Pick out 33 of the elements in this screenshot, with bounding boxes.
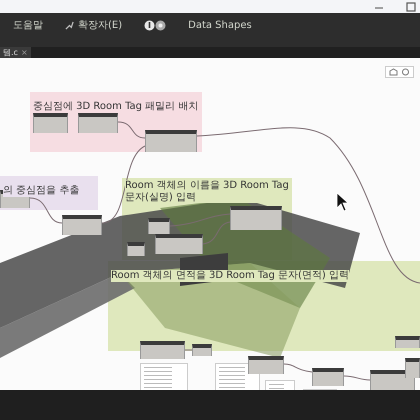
menu-item[interactable]: 확장자(E) (65, 18, 122, 32)
node[interactable] (127, 242, 145, 256)
group-title: 의 중심점을 추출 (3, 185, 80, 196)
menu-item[interactable]: 도움말 (13, 18, 43, 32)
wire[interactable] (344, 376, 370, 380)
node[interactable] (405, 358, 420, 378)
menu-label: 확장자(E) (78, 19, 122, 32)
graph-canvas[interactable]: 중심점에 3D Room Tag 패밀리 배치 의 중심점을 추출 Room 객체의 이름을 3D Room Tag 문자(실명) 입력 Room 객체의 면적을 3D Room Tag 문자(면적) 입력 (0, 58, 420, 390)
info-badges-icon[interactable] (144, 20, 166, 30)
cursor-icon (336, 192, 350, 212)
group-title: Room 객체의 면적을 3D Room Tag 문자(면적) 입력 (111, 270, 349, 282)
node[interactable] (145, 130, 197, 152)
node[interactable] (248, 356, 284, 374)
group-title: 중심점에 3D Room Tag 패밀리 배치 (33, 101, 198, 112)
node[interactable] (78, 113, 118, 133)
node[interactable] (312, 368, 344, 386)
view-toggle-button[interactable] (385, 66, 414, 78)
wire[interactable] (284, 364, 312, 372)
node-icon (401, 68, 410, 76)
node[interactable] (155, 234, 203, 254)
node[interactable] (33, 113, 68, 133)
group-title: Room 객체의 이름을 3D Room Tag 문자(실명) 입력 (125, 180, 289, 203)
maximize-icon[interactable] (406, 2, 416, 12)
file-tab[interactable]: 템.c × (0, 47, 31, 58)
node[interactable] (148, 218, 170, 234)
node[interactable] (230, 206, 282, 230)
wire[interactable] (30, 198, 62, 224)
node[interactable] (192, 344, 212, 356)
node[interactable] (395, 336, 420, 348)
node[interactable] (370, 370, 415, 390)
node[interactable] (62, 215, 102, 235)
node[interactable] (140, 341, 185, 359)
menu-item[interactable]: Data Shapes (188, 20, 252, 30)
